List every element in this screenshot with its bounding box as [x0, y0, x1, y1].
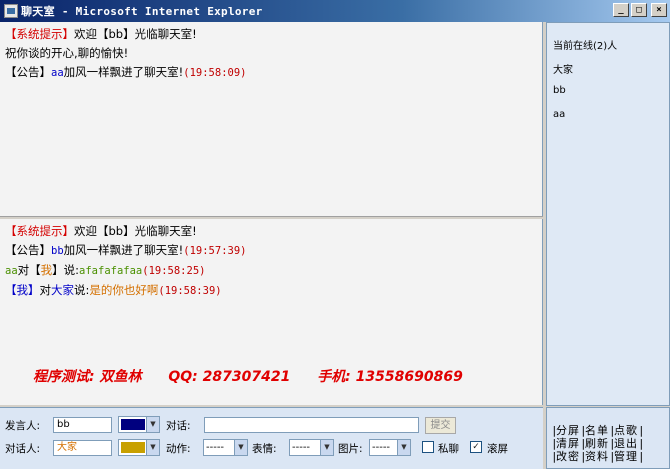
chat-message: 【系统提示】欢迎【bb】光临聊天室! — [5, 25, 542, 44]
command-link[interactable]: 退出 — [614, 437, 638, 450]
chat-message-part: 大家 — [51, 283, 74, 297]
chat-message: 祝你谈的开心,聊的愉快! — [5, 44, 542, 63]
command-link[interactable]: 资料 — [585, 450, 609, 463]
chat-message-part: 【公告】 — [5, 243, 51, 257]
command-row: | 分屏 | 名单 | 点歌 | — [551, 424, 645, 437]
action-select-value: ----- — [206, 442, 225, 453]
credit-qq: QQ: 287307421 — [168, 369, 291, 385]
chat-message-part: (19:58:39) — [158, 285, 222, 297]
command-link[interactable]: 刷新 — [585, 437, 609, 450]
speaker-color-swatch — [121, 419, 145, 430]
credit-tester: 程序测试: 双鱼林 — [33, 369, 142, 385]
input-control-bar: 发言人: bb ▼ 对话: 提交 对话人: 大家 ▼ 动作: ----- ▼ 表… — [0, 407, 543, 469]
maximize-button[interactable]: □ — [631, 3, 647, 17]
chat-message-part: 我 — [40, 263, 53, 277]
chat-message-part: 【系统提示】 — [5, 27, 74, 41]
credit-phone: 手机: 13558690869 — [317, 369, 463, 385]
public-chat-pane[interactable]: 【系统提示】欢迎【bb】光临聊天室! 祝你谈的开心,聊的愉快! 【公告】aa加风一样… — [0, 22, 543, 216]
action-select[interactable]: ----- ▼ — [203, 439, 248, 456]
chat-message-part: aa — [51, 67, 64, 79]
image-label: 图片: — [338, 443, 363, 455]
online-user-item[interactable]: bb — [553, 85, 566, 96]
command-link[interactable]: 管理 — [614, 450, 638, 463]
ie-window-icon — [4, 4, 18, 18]
image-select[interactable]: ----- ▼ — [369, 439, 411, 456]
chat-message-part: 对 — [39, 283, 52, 297]
chat-message-part: 加风一样飘进了聊天室! — [63, 65, 184, 79]
speaker-color-picker[interactable]: ▼ — [118, 416, 160, 433]
target-label: 对话人: — [5, 443, 41, 455]
online-count: 当前在线(2)人 — [553, 41, 618, 52]
chat-message-part: 【我】 — [5, 283, 40, 297]
target-color-picker[interactable]: ▼ — [118, 439, 160, 456]
chat-message: 【公告】bb加风一样飘进了聊天室!(19:57:39) — [5, 241, 542, 261]
chat-message-part: afafafafaa — [79, 265, 143, 277]
command-grid: | 分屏 | 名单 | 点歌 | | 清屏 | 刷新 | 退出 | | 改密 | 资料 | 管理 | — [551, 424, 645, 463]
command-link[interactable]: 点歌 — [614, 424, 638, 437]
command-separator: | — [638, 450, 645, 463]
chat-message: 【公告】aa加风一样飘进了聊天室!(19:58:09) — [5, 63, 542, 83]
auto-scroll-label: 滚屏 — [487, 443, 508, 455]
window-controls: _ □ × — [613, 3, 667, 17]
online-user-item[interactable]: 大家 — [553, 61, 573, 76]
auto-scroll-checkbox[interactable]: ✓ — [470, 441, 482, 453]
chat-message-part: 】说: — [52, 263, 80, 277]
target-color-swatch — [121, 442, 145, 453]
chat-message-part: aa — [5, 265, 18, 277]
chevron-down-icon: ▼ — [234, 440, 247, 455]
command-link[interactable]: 分屏 — [556, 424, 580, 437]
submit-button[interactable]: 提交 — [425, 417, 456, 434]
chat-message: aa对【我】说:afafafafaa(19:58:25) — [5, 261, 542, 281]
private-chat-label: 私聊 — [438, 443, 459, 455]
command-link[interactable]: 改密 — [556, 450, 580, 463]
chat-message-part: bb — [51, 245, 64, 257]
online-user-panel: 当前在线(2)人 大家 bb aa — [546, 22, 670, 406]
action-label: 动作: — [166, 443, 191, 455]
target-input[interactable]: 大家 — [53, 440, 112, 456]
chevron-down-icon: ▼ — [146, 440, 159, 455]
private-chat-checkbox[interactable] — [422, 441, 434, 453]
window-title: 聊天室 - Microsoft Internet Explorer — [21, 5, 263, 18]
command-row: | 清屏 | 刷新 | 退出 | — [551, 437, 645, 450]
chat-message-part: 【公告】 — [5, 65, 51, 79]
emotion-select[interactable]: ----- ▼ — [289, 439, 334, 456]
chat-message-part: (19:58:25) — [142, 265, 206, 277]
command-separator: | — [638, 424, 645, 437]
chat-message-part: 对【 — [17, 263, 41, 277]
credit-line: 程序测试: 双鱼林 QQ: 287307421 手机: 13558690869 — [33, 366, 485, 386]
command-separator: | — [638, 437, 645, 450]
message-label: 对话: — [166, 420, 191, 432]
chat-message-part: 欢迎【bb】光临聊天室! — [74, 224, 197, 238]
chat-message-part: 说: — [74, 283, 90, 297]
command-panel: | 分屏 | 名单 | 点歌 | | 清屏 | 刷新 | 退出 | | 改密 | 资料 | 管理 | — [546, 407, 670, 469]
speaker-input[interactable]: bb — [53, 417, 112, 433]
chat-message-part: (19:57:39) — [183, 245, 247, 257]
chat-message: 【我】对大家说:是的你也好啊(19:58:39) — [5, 281, 542, 301]
chevron-down-icon: ▼ — [146, 417, 159, 432]
message-input[interactable] — [204, 417, 419, 433]
chat-message-part: 祝你谈的开心,聊的愉快! — [5, 46, 129, 60]
emotion-label: 表情: — [252, 443, 277, 455]
chat-message-part: 加风一样飘进了聊天室! — [63, 243, 184, 257]
chevron-down-icon: ▼ — [397, 440, 410, 455]
minimize-button[interactable]: _ — [613, 3, 629, 17]
command-row: | 改密 | 资料 | 管理 | — [551, 450, 645, 463]
speaker-label: 发言人: — [5, 420, 41, 432]
chat-message-part: 是的你也好啊 — [89, 283, 159, 297]
public-message-list: 【系统提示】欢迎【bb】光临聊天室! 祝你谈的开心,聊的愉快! 【公告】aa加风一样… — [0, 22, 542, 83]
chat-message: 【系统提示】欢迎【bb】光临聊天室! — [5, 222, 542, 241]
private-message-list: 【系统提示】欢迎【bb】光临聊天室! 【公告】bb加风一样飘进了聊天室!(19:5… — [0, 219, 542, 301]
online-user-item[interactable]: aa — [553, 109, 565, 120]
emotion-select-value: ----- — [292, 442, 311, 453]
title-bar: 聊天室 - Microsoft Internet Explorer _ □ × — [0, 0, 670, 22]
command-link[interactable]: 名单 — [585, 424, 609, 437]
command-link[interactable]: 清屏 — [556, 437, 580, 450]
chat-message-part: 【系统提示】 — [5, 224, 74, 238]
chevron-down-icon: ▼ — [320, 440, 333, 455]
image-select-value: ----- — [372, 442, 391, 453]
chat-message-part: 欢迎【bb】光临聊天室! — [74, 27, 197, 41]
chat-message-part: (19:58:09) — [183, 67, 247, 79]
close-button[interactable]: × — [651, 3, 667, 17]
